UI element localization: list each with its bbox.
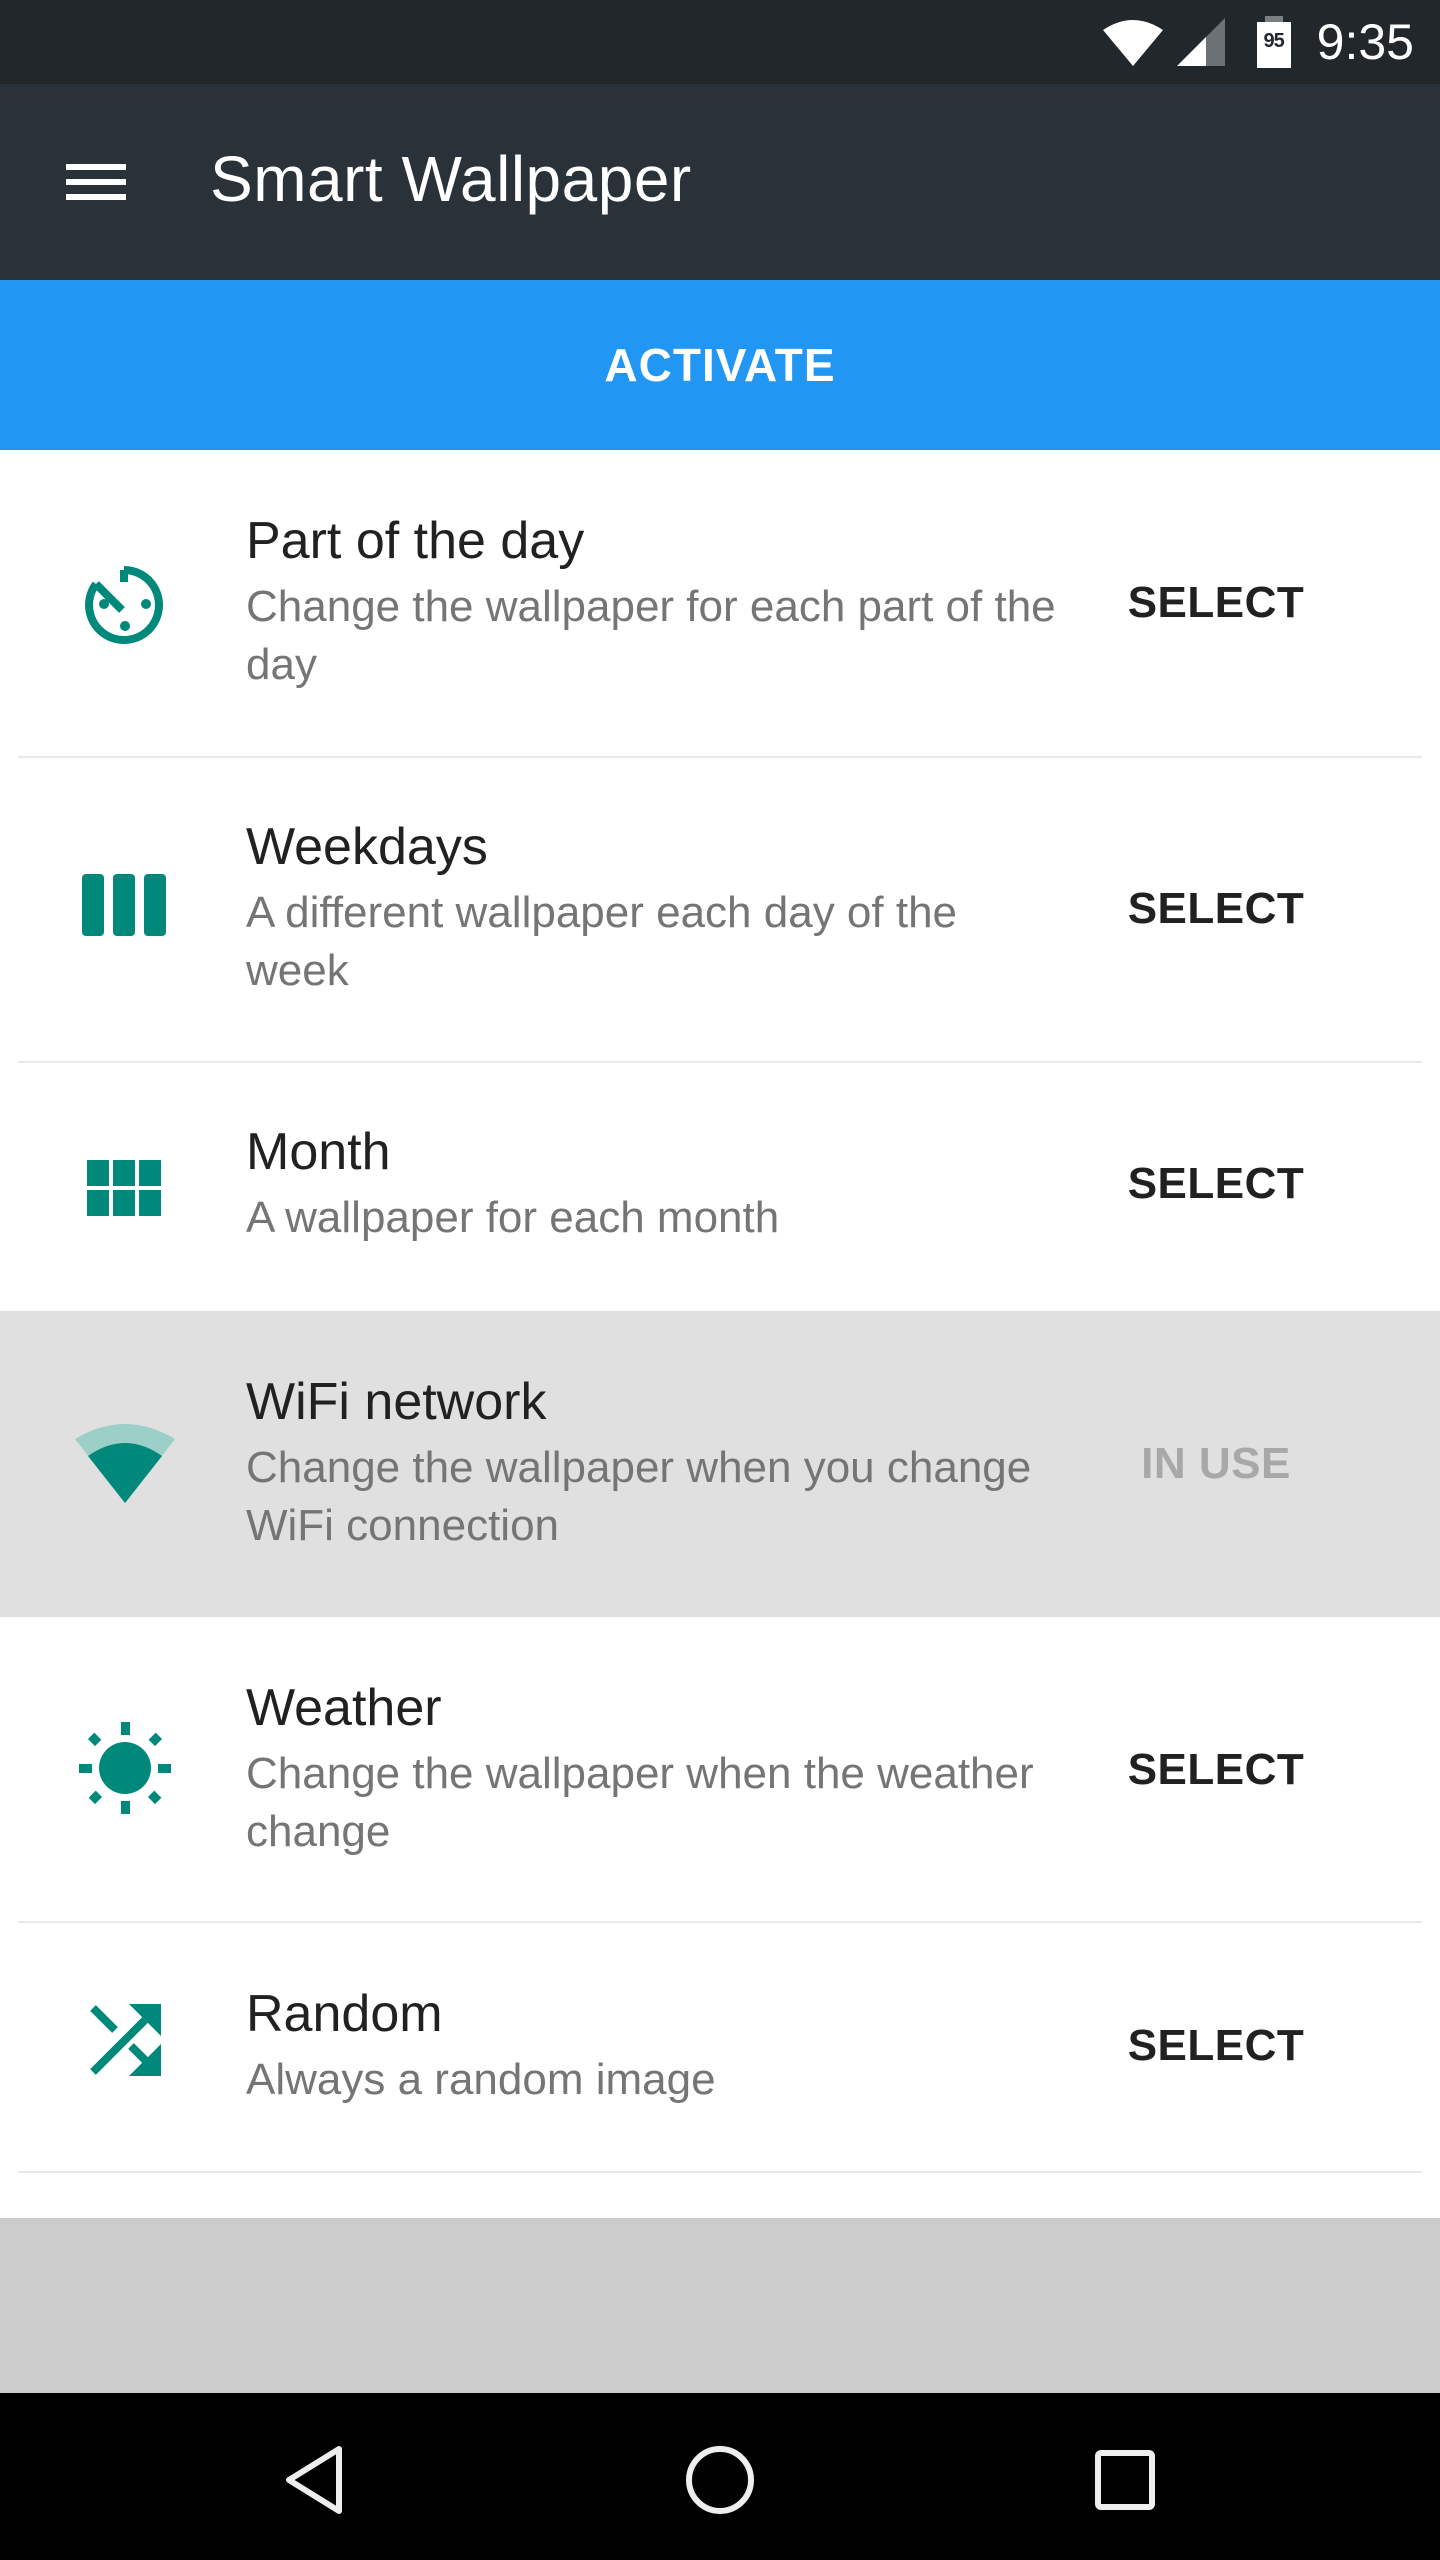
status-icons: 95 9:35 [1101, 0, 1414, 84]
app-title: Smart Wallpaper [210, 143, 692, 215]
sun-icon [70, 1713, 180, 1823]
wallpaper-mode-list: Part of the day Change the wallpaper for… [0, 450, 1440, 2173]
select-button[interactable]: SELECT [1086, 2021, 1346, 2071]
select-button[interactable]: SELECT [1086, 884, 1346, 934]
battery-level: 95 [1263, 30, 1285, 52]
shuffle-icon [70, 1985, 180, 2095]
select-button[interactable]: SELECT [1086, 1159, 1346, 1209]
in-use-label: IN USE [1141, 1439, 1291, 1488]
timelapse-clock-icon [70, 550, 180, 660]
item-subtitle: Change the wallpaper when you change WiF… [246, 1443, 1032, 1550]
week-columns-icon [70, 850, 180, 960]
list-item-month[interactable]: Month A wallpaper for each month SELECT [0, 1063, 1440, 1311]
item-title: Weather [246, 1679, 442, 1737]
item-subtitle: A wallpaper for each month [246, 1193, 780, 1242]
divider [18, 2171, 1422, 2173]
list-item-random[interactable]: Random Always a random image SELECT [0, 1923, 1440, 2173]
app-bar: Smart Wallpaper [0, 84, 1440, 280]
wifi-icon [70, 1409, 180, 1519]
select-button[interactable]: SELECT [1086, 1745, 1346, 1795]
list-item-part-of-the-day[interactable]: Part of the day Change the wallpaper for… [0, 450, 1440, 758]
battery-icon: 95 [1256, 16, 1291, 68]
item-title: Part of the day [246, 512, 585, 570]
item-subtitle: Always a random image [246, 2055, 716, 2104]
clock: 9:35 [1316, 14, 1414, 70]
select-button[interactable]: SELECT [1086, 578, 1346, 628]
item-title: Weekdays [246, 818, 488, 876]
status-bar: 95 9:35 [0, 0, 1440, 84]
list-item-weather[interactable]: Weather Change the wallpaper when the we… [0, 1617, 1440, 1923]
hamburger-menu-icon[interactable] [60, 158, 132, 206]
home-icon[interactable] [675, 2435, 765, 2525]
item-subtitle: Change the wallpaper when the weather ch… [246, 1749, 1034, 1856]
cell-signal-icon [1176, 18, 1225, 66]
navigation-bar [0, 2393, 1440, 2560]
footer-area [0, 2218, 1440, 2393]
item-subtitle: Change the wallpaper for each part of th… [246, 582, 1056, 689]
list-item-weekdays[interactable]: Weekdays A different wallpaper each day … [0, 758, 1440, 1063]
activate-button[interactable]: ACTIVATE [0, 280, 1440, 450]
recents-icon[interactable] [1080, 2435, 1170, 2525]
back-icon[interactable] [270, 2435, 360, 2525]
month-grid-icon [70, 1133, 180, 1243]
list-item-wifi-network[interactable]: WiFi network Change the wallpaper when y… [0, 1311, 1440, 1617]
wifi-icon [1102, 20, 1163, 66]
item-title: WiFi network [246, 1373, 547, 1431]
item-title: Month [246, 1123, 391, 1181]
item-subtitle: A different wallpaper each day of the we… [246, 888, 958, 995]
item-title: Random [246, 1985, 443, 2043]
